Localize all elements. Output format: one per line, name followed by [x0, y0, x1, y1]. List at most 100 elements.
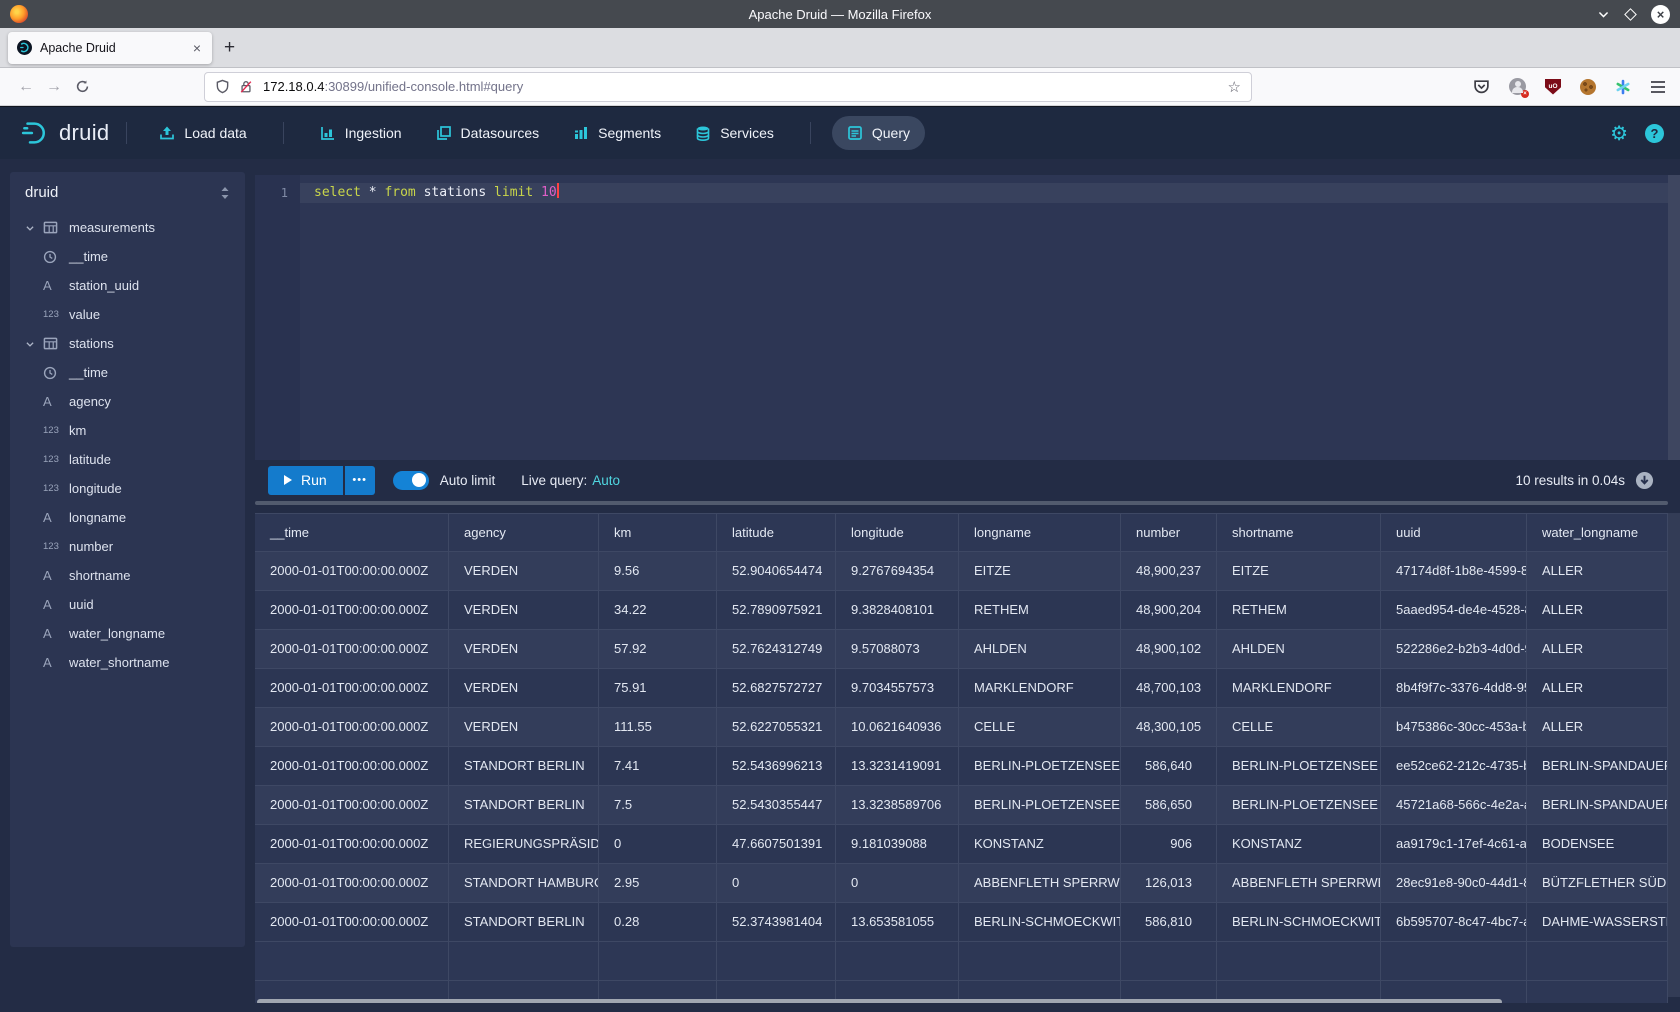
cell-agency[interactable]: STANDORT BERLIN: [449, 903, 599, 942]
minimize-button[interactable]: [1597, 8, 1610, 21]
cell-longname[interactable]: KONSTANZ: [959, 825, 1121, 864]
cell-km[interactable]: 7.5: [599, 786, 717, 825]
cell-number[interactable]: 586,810: [1121, 903, 1217, 942]
cell-longitude[interactable]: 10.0621640936: [836, 708, 959, 747]
nav-item-services[interactable]: Services: [680, 116, 789, 150]
sidebar-column-value[interactable]: 123value: [10, 300, 245, 329]
run-more-button[interactable]: •••: [345, 466, 375, 495]
cell-longitude[interactable]: 9.181039088: [836, 825, 959, 864]
cell-km[interactable]: 57.92: [599, 630, 717, 669]
cell-longname[interactable]: BERLIN-SCHMOECKWITZ: [959, 903, 1121, 942]
column-header-uuid[interactable]: uuid: [1381, 513, 1527, 552]
url-bar[interactable]: 172.18.0.4:30899/unified-console.html#qu…: [204, 72, 1252, 102]
schema-name[interactable]: druid: [25, 184, 58, 201]
run-button[interactable]: Run: [268, 466, 343, 495]
gear-icon[interactable]: ⚙: [1610, 121, 1628, 146]
cell-longitude[interactable]: 9.2767694354: [836, 552, 959, 591]
column-header-km[interactable]: km: [599, 513, 717, 552]
cell-longitude[interactable]: 9.57088073: [836, 630, 959, 669]
cell-longname[interactable]: BERLIN-PLOETZENSEE O: [959, 747, 1121, 786]
cookie-icon[interactable]: [1580, 79, 1596, 95]
sidebar-column-agency[interactable]: Aagency: [10, 387, 245, 416]
column-header-number[interactable]: number: [1121, 513, 1217, 552]
forward-button[interactable]: →: [40, 73, 68, 101]
cell-km[interactable]: 7.41: [599, 747, 717, 786]
cell-latitude[interactable]: 52.7890975921: [717, 591, 836, 630]
extension-asterisk-icon[interactable]: [1615, 79, 1631, 95]
bookmark-star-icon[interactable]: ☆: [1228, 78, 1241, 96]
sidebar-column-longitude[interactable]: 123longitude: [10, 474, 245, 503]
cell-water_longname[interactable]: ALLER: [1527, 669, 1668, 708]
column-header-__time[interactable]: __time: [255, 513, 449, 552]
menu-icon[interactable]: [1650, 80, 1666, 94]
editor-scrollbar-track[interactable]: [1668, 175, 1680, 460]
close-button[interactable]: ×: [1651, 5, 1670, 24]
cell-uuid[interactable]: aa9179c1-17ef-4c61-a48: [1381, 825, 1527, 864]
druid-logo[interactable]: druid: [20, 118, 109, 148]
cell-latitude[interactable]: 52.5430355447: [717, 786, 836, 825]
cell-latitude[interactable]: 52.3743981404: [717, 903, 836, 942]
cell-longname[interactable]: ABBENFLETH SPERRWERK: [959, 864, 1121, 903]
cell-latitude[interactable]: 52.7624312749: [717, 630, 836, 669]
cell-agency[interactable]: STANDORT HAMBURG: [449, 864, 599, 903]
results-scrollbar-track[interactable]: [1668, 513, 1680, 997]
nav-item-segments[interactable]: Segments: [558, 116, 676, 150]
cell-water_longname[interactable]: ALLER: [1527, 552, 1668, 591]
cell-shortname[interactable]: BERLIN-SCHMOECKWITZ: [1217, 903, 1381, 942]
cell-shortname[interactable]: BERLIN-PLOETZENSEE U: [1217, 786, 1381, 825]
column-header-longname[interactable]: longname: [959, 513, 1121, 552]
cell-shortname[interactable]: BERLIN-PLOETZENSEE O: [1217, 747, 1381, 786]
column-header-shortname[interactable]: shortname: [1217, 513, 1381, 552]
cell-latitude[interactable]: 47.6607501391: [717, 825, 836, 864]
cell-uuid[interactable]: 45721a68-566c-4e2a-a68: [1381, 786, 1527, 825]
cell-latitude[interactable]: 52.6827572727: [717, 669, 836, 708]
cell-km[interactable]: 9.56: [599, 552, 717, 591]
column-header-agency[interactable]: agency: [449, 513, 599, 552]
cell-latitude[interactable]: 52.6227055321: [717, 708, 836, 747]
cell-uuid[interactable]: 28ec91e8-90c0-44d1-8f0: [1381, 864, 1527, 903]
cell-agency[interactable]: STANDORT BERLIN: [449, 786, 599, 825]
cell-__time[interactable]: 2000-01-01T00:00:00.000Z: [255, 708, 449, 747]
cell-km[interactable]: 34.22: [599, 591, 717, 630]
cell-agency[interactable]: VERDEN: [449, 591, 599, 630]
cell-__time[interactable]: 2000-01-01T00:00:00.000Z: [255, 552, 449, 591]
cell-latitude[interactable]: 52.5436996213: [717, 747, 836, 786]
cell-uuid[interactable]: b475386c-30cc-453a-b38: [1381, 708, 1527, 747]
cell-number[interactable]: 48,900,102: [1121, 630, 1217, 669]
cell-longitude[interactable]: 13.3231419091: [836, 747, 959, 786]
column-header-latitude[interactable]: latitude: [717, 513, 836, 552]
nav-item-datasources[interactable]: Datasources: [421, 116, 555, 150]
sidebar-column-number[interactable]: 123number: [10, 532, 245, 561]
cell-longitude[interactable]: 9.3828408101: [836, 591, 959, 630]
cell-number[interactable]: 126,013: [1121, 864, 1217, 903]
double-caret-icon[interactable]: [219, 186, 231, 200]
cell-longitude[interactable]: 0: [836, 864, 959, 903]
cell-__time[interactable]: 2000-01-01T00:00:00.000Z: [255, 903, 449, 942]
cell-agency[interactable]: VERDEN: [449, 552, 599, 591]
cell-__time[interactable]: 2000-01-01T00:00:00.000Z: [255, 747, 449, 786]
nav-item-query[interactable]: Query: [832, 116, 925, 150]
cell-agency[interactable]: STANDORT BERLIN: [449, 747, 599, 786]
cell-uuid[interactable]: 5aaed954-de4e-4528-8f8: [1381, 591, 1527, 630]
live-query-value[interactable]: Auto: [592, 473, 620, 488]
cell-water_longname[interactable]: BERLIN-SPANDAUER-SCHIFFAHRTSKANAL: [1527, 786, 1668, 825]
pane-resizer-handle[interactable]: [255, 501, 1668, 505]
nav-item-ingestion[interactable]: Ingestion: [305, 116, 417, 150]
cell-longitude[interactable]: 13.3238589706: [836, 786, 959, 825]
sidebar-column-shortname[interactable]: Ashortname: [10, 561, 245, 590]
sidebar-table-measurements[interactable]: measurements: [10, 213, 245, 242]
cell-__time[interactable]: 2000-01-01T00:00:00.000Z: [255, 786, 449, 825]
cell-longitude[interactable]: 13.653581055: [836, 903, 959, 942]
sidebar-column-water_shortname[interactable]: Awater_shortname: [10, 648, 245, 677]
cell-km[interactable]: 111.55: [599, 708, 717, 747]
cell-water_longname[interactable]: ALLER: [1527, 630, 1668, 669]
cell-longname[interactable]: EITZE: [959, 552, 1121, 591]
cell-__time[interactable]: 2000-01-01T00:00:00.000Z: [255, 630, 449, 669]
cell-__time[interactable]: 2000-01-01T00:00:00.000Z: [255, 669, 449, 708]
cell-km[interactable]: 0: [599, 825, 717, 864]
reload-button[interactable]: [68, 73, 96, 101]
sidebar-column-__time[interactable]: __time: [10, 358, 245, 387]
cell-number[interactable]: 48,700,103: [1121, 669, 1217, 708]
help-icon[interactable]: ?: [1645, 124, 1664, 143]
tab-close-icon[interactable]: ×: [191, 40, 203, 56]
